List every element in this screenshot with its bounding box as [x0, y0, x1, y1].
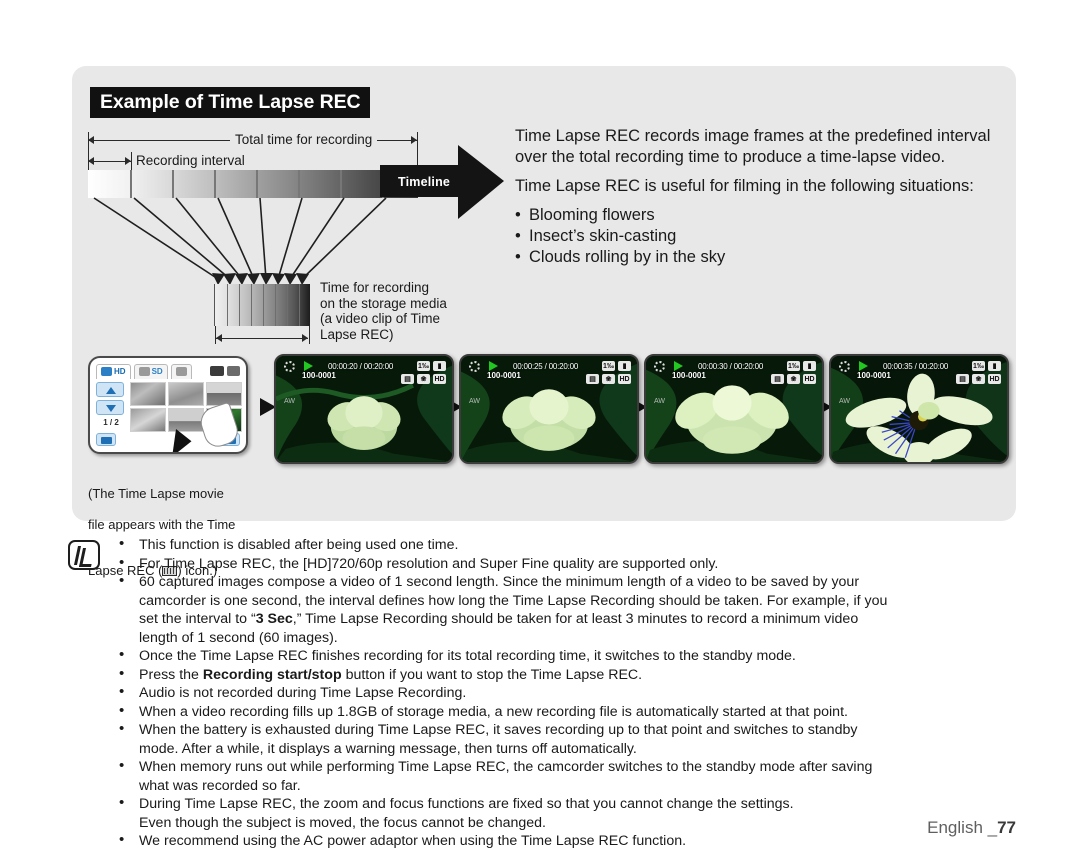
thumbnail-body: 1 / 2: [94, 380, 242, 451]
page-indicator: 1 / 2: [103, 418, 119, 427]
note-item: Once the Time Lapse REC finishes recordi…: [113, 646, 1028, 666]
playback-screen[interactable]: 00:00:25 / 00:20:00 100-0001 1‰ ▮ ▤ ❀ HD…: [459, 354, 639, 464]
thumbnail-index-screen[interactable]: HD SD 1 / 2: [88, 356, 248, 454]
hd-film-icon: [101, 367, 112, 376]
note-item: Audio is not recorded during Time Lapse …: [113, 683, 1028, 703]
tab-hd-label: HD: [114, 367, 126, 376]
note-item: set the interval to “3 Sec,” Time Lapse …: [139, 611, 859, 627]
tab-sd[interactable]: SD: [133, 363, 168, 379]
flower-image: [461, 356, 637, 462]
interval-arrow-left: [88, 157, 94, 165]
note-item: Press the Recording start/stop button if…: [113, 665, 1028, 685]
record-mode-button[interactable]: [96, 433, 116, 446]
note-item: We recommend using the AC power adaptor …: [113, 831, 1028, 851]
chevron-down-icon[interactable]: [96, 400, 124, 415]
manual-page: Example of Time Lapse REC Total time for…: [0, 0, 1080, 866]
storage-media-block: [214, 284, 310, 326]
situation-item-2: Clouds rolling by in the sky: [515, 247, 1005, 268]
notes-block: This function is disabled after being us…: [68, 535, 1028, 851]
tab-sd-label: SD: [151, 367, 163, 376]
situation-item-0: Blooming flowers: [515, 205, 1005, 226]
mode-icon: [210, 366, 224, 376]
note-item: When the battery is exhausted during Tim…: [113, 720, 1028, 740]
recording-interval-label: Recording interval: [136, 153, 245, 168]
note-item: Even though the subject is moved, the fo…: [139, 814, 546, 831]
total-time-label: Total time for recording: [235, 132, 373, 147]
footer-page-number: 77: [997, 818, 1016, 837]
note-item: what was recorded so far.: [139, 777, 301, 794]
photo-icon: [175, 367, 187, 376]
thumbnail-cell[interactable]: [130, 382, 166, 406]
note-item: camcorder is one second, the interval de…: [139, 592, 888, 609]
note-item: length of 1 second (60 images).: [139, 629, 338, 646]
timeline-strip: [88, 170, 418, 198]
sd-film-icon: [138, 367, 150, 376]
note-item: During Time Lapse REC, the zoom and focu…: [113, 794, 1028, 814]
battery-icon: [227, 366, 240, 376]
thumbnail-cell[interactable]: [130, 408, 166, 432]
flower-image: [831, 356, 1007, 462]
storage-measure-arrow-left: [216, 334, 222, 342]
playback-screen[interactable]: 00:00:20 / 00:20:00 100-0001 1‰ ▮ ▤ ❀ HD…: [274, 354, 454, 464]
timeline-label: Timeline: [398, 175, 451, 189]
footer-language: English _: [927, 818, 998, 837]
tab-photo[interactable]: [170, 363, 192, 379]
total-time-arrow-left: [88, 136, 94, 144]
interval-arrow-right: [125, 157, 131, 165]
tab-hd[interactable]: HD: [96, 363, 131, 379]
thumbnail-status-icons: [210, 366, 240, 376]
thumbnail-nav: 1 / 2: [96, 382, 126, 427]
storage-caption: Time for recording on the storage media …: [320, 280, 447, 342]
note-item: For Time Lapse REC, the [HD]720/60p reso…: [113, 554, 1028, 574]
page-title: Example of Time Lapse REC: [90, 87, 371, 118]
description-paragraph-2: Time Lapse REC is useful for filming in …: [515, 177, 974, 195]
thumbnail-tab-bar: HD SD: [96, 363, 240, 379]
flower-image: [646, 356, 822, 462]
description-column: Time Lapse REC records image frames at t…: [515, 126, 1005, 268]
note-item: This function is disabled after being us…: [113, 535, 1028, 555]
thumbnail-cell[interactable]: [168, 382, 204, 406]
screen-sequence: HD SD 1 / 2 00:00:20 / 00:20:00 100-0001…: [88, 354, 1009, 469]
note-item: 60 captured images compose a video of 1 …: [113, 572, 1028, 592]
storage-measure-arrow-right: [302, 334, 308, 342]
note-item: When a video recording fills up 1.8GB of…: [113, 702, 1028, 722]
note-pencil-icon: [68, 540, 100, 570]
note-list: This function is disabled after being us…: [113, 535, 1028, 851]
description-paragraph-1: Time Lapse REC records image frames at t…: [515, 127, 991, 166]
playback-screen[interactable]: 00:00:35 / 00:20:00 100-0001 1‰ ▮ ▤ ❀ HD…: [829, 354, 1009, 464]
thumbnail-caption-line-2: file appears with the Time: [88, 516, 236, 532]
storage-measure-line: [216, 338, 308, 339]
storage-measure-tick-right: [309, 326, 310, 344]
cursor-arrow-icon: [172, 428, 193, 452]
page-footer: English _77: [927, 818, 1016, 838]
thumbnail-caption-line-1: (The Time Lapse movie: [88, 485, 224, 501]
note-item: mode. After a while, it displays a warni…: [139, 740, 637, 757]
flower-image: [276, 356, 452, 462]
chevron-up-icon[interactable]: [96, 382, 124, 397]
situation-item-1: Insect’s skin-casting: [515, 226, 1005, 247]
thumbnail-cell[interactable]: [168, 408, 204, 432]
playback-screen[interactable]: 00:00:30 / 00:20:00 100-0001 1‰ ▮ ▤ ❀ HD…: [644, 354, 824, 464]
note-item: When memory runs out while performing Ti…: [113, 757, 1028, 777]
